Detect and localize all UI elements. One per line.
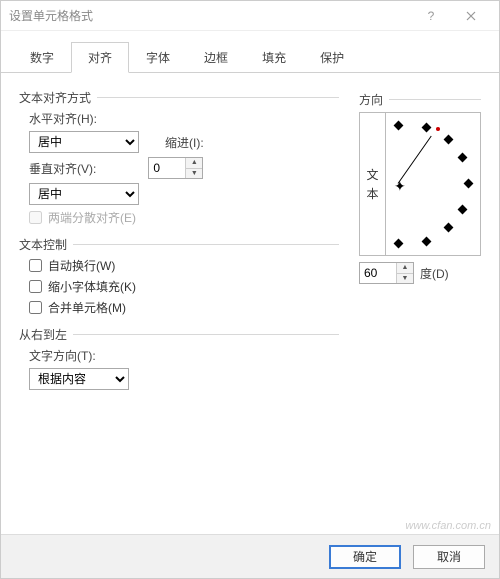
tab-border[interactable]: 边框 bbox=[187, 42, 245, 73]
text-direction-select[interactable]: 根据内容 bbox=[29, 368, 129, 390]
dialog-footer: 确定 取消 bbox=[1, 534, 499, 578]
group-text-control: 文本控制 bbox=[19, 236, 339, 253]
window-title: 设置单元格格式 bbox=[9, 7, 411, 24]
degree-input[interactable] bbox=[360, 263, 396, 283]
tab-font[interactable]: 字体 bbox=[129, 42, 187, 73]
content-pane: 文本对齐方式 水平对齐(H): 居中 缩进(I): 垂直对齐(V): ▲ ▼ bbox=[1, 73, 499, 553]
indent-label: 缩进(I): bbox=[165, 134, 204, 151]
justify-distributed-checkbox bbox=[29, 211, 42, 224]
degree-down-button[interactable]: ▼ bbox=[397, 274, 413, 284]
tab-alignment[interactable]: 对齐 bbox=[71, 42, 129, 73]
tab-strip: 数字 对齐 字体 边框 填充 保护 bbox=[1, 31, 499, 73]
ok-button[interactable]: 确定 bbox=[329, 545, 401, 569]
tab-protection[interactable]: 保护 bbox=[303, 42, 361, 73]
watermark: www.cfan.com.cn bbox=[405, 520, 491, 532]
orientation-needle bbox=[398, 136, 432, 184]
indent-up-button[interactable]: ▲ bbox=[186, 158, 202, 169]
degree-label: 度(D) bbox=[420, 265, 449, 282]
group-rtl: 从右到左 bbox=[19, 326, 339, 343]
shrink-fit-label: 缩小字体填充(K) bbox=[48, 278, 136, 295]
h-align-label: 水平对齐(H): bbox=[29, 110, 97, 127]
degree-spinner[interactable]: ▲ ▼ bbox=[359, 262, 414, 284]
wrap-text-label: 自动换行(W) bbox=[48, 257, 115, 274]
close-icon bbox=[466, 11, 476, 21]
group-orientation: 方向 bbox=[359, 91, 481, 108]
text-direction-label: 文字方向(T): bbox=[29, 347, 96, 364]
indent-down-button[interactable]: ▼ bbox=[186, 169, 202, 179]
degree-up-button[interactable]: ▲ bbox=[397, 263, 413, 274]
group-text-alignment: 文本对齐方式 bbox=[19, 89, 339, 106]
cancel-button[interactable]: 取消 bbox=[413, 545, 485, 569]
tab-number[interactable]: 数字 bbox=[13, 42, 71, 73]
indent-input[interactable] bbox=[149, 158, 185, 178]
help-button[interactable]: ? bbox=[411, 2, 451, 30]
merge-cells-label: 合并单元格(M) bbox=[48, 299, 126, 316]
titlebar: 设置单元格格式 ? bbox=[1, 1, 499, 31]
v-align-select[interactable]: 居中 bbox=[29, 183, 139, 205]
justify-distributed-label: 两端分散对齐(E) bbox=[48, 209, 136, 226]
indent-spinner[interactable]: ▲ ▼ bbox=[148, 157, 203, 179]
tab-fill[interactable]: 填充 bbox=[245, 42, 303, 73]
close-button[interactable] bbox=[451, 2, 491, 30]
wrap-text-checkbox[interactable] bbox=[29, 259, 42, 272]
orientation-panel: 方向 文 本 ✦ bbox=[359, 85, 481, 284]
merge-cells-checkbox[interactable] bbox=[29, 301, 42, 314]
orientation-dial[interactable]: ✦ bbox=[386, 113, 480, 255]
dial-marker-icon bbox=[436, 127, 440, 131]
vertical-text-button[interactable]: 文 本 bbox=[360, 113, 386, 255]
h-align-select[interactable]: 居中 bbox=[29, 131, 139, 153]
v-align-label: 垂直对齐(V): bbox=[29, 160, 96, 177]
shrink-fit-checkbox[interactable] bbox=[29, 280, 42, 293]
